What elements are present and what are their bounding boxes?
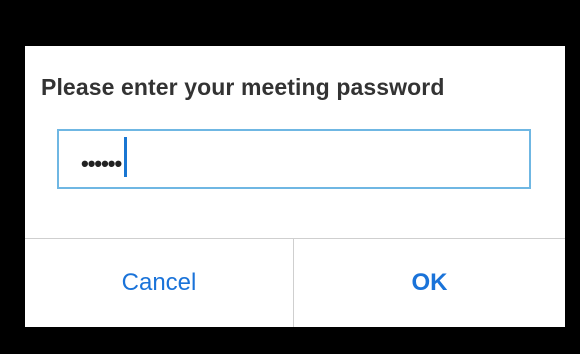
text-caret <box>124 137 128 177</box>
password-input[interactable]: •••••• <box>57 129 531 189</box>
cancel-button[interactable]: Cancel <box>25 239 293 327</box>
password-dialog: Please enter your meeting password •••••… <box>25 46 565 327</box>
password-input-value: •••••• <box>81 137 128 185</box>
password-masked-text: •••••• <box>81 150 122 176</box>
ok-button[interactable]: OK <box>294 239 565 327</box>
dialog-title: Please enter your meeting password <box>41 74 445 100</box>
